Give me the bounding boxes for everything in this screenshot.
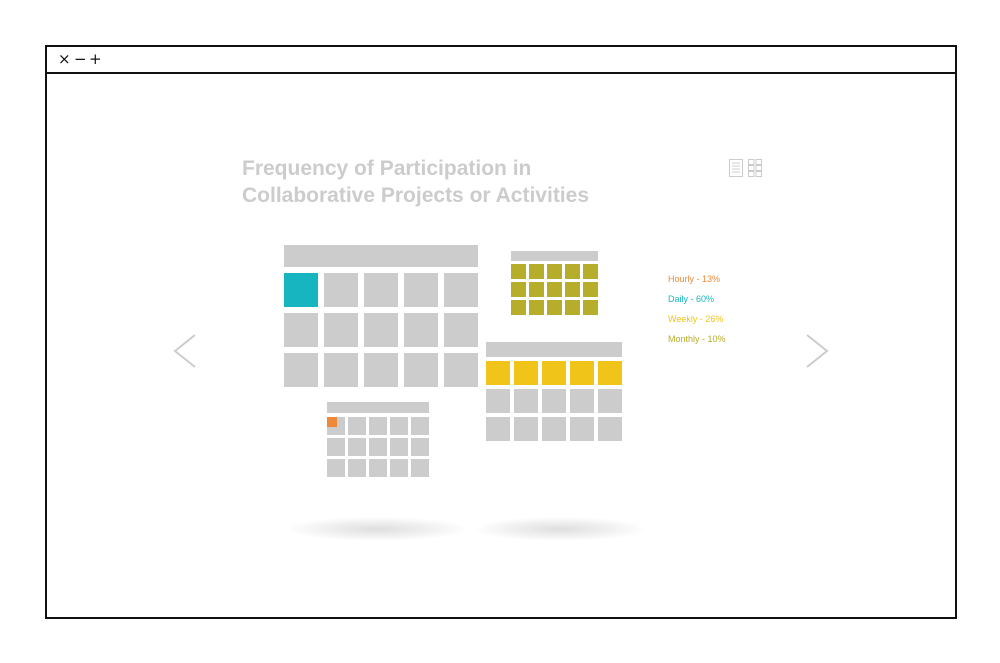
calendar-highlight-hourly xyxy=(327,417,337,427)
calendar-cell-weekly xyxy=(570,361,594,385)
calendar-header-daily xyxy=(284,245,478,267)
calendar-cell-monthly xyxy=(529,282,544,297)
legend-item-monthly: Monthly - 10% xyxy=(668,334,726,344)
calendar-cell-weekly xyxy=(598,361,622,385)
calendar-cell-daily xyxy=(284,353,318,387)
calendar-cell-daily xyxy=(364,313,398,347)
calendar-cell-monthly xyxy=(547,264,562,279)
calendar-cell-weekly xyxy=(570,389,594,413)
calendar-cell-hourly xyxy=(327,459,345,477)
calendar-cell-monthly xyxy=(511,282,526,297)
calendar-cell-weekly xyxy=(598,417,622,441)
legend-item-daily: Daily - 60% xyxy=(668,294,715,304)
calendar-cell-weekly xyxy=(514,389,538,413)
calendar-cell-daily xyxy=(444,273,478,307)
calendar-cell-weekly xyxy=(542,361,566,385)
calendar-cell-weekly xyxy=(542,389,566,413)
calendar-cell-weekly xyxy=(598,389,622,413)
legend-item-weekly: Weekly - 26% xyxy=(668,314,724,324)
calendar-cell-daily xyxy=(284,313,318,347)
calendar-cell-hourly xyxy=(327,438,345,456)
calendar-cell-daily xyxy=(404,353,438,387)
calendar-cell-daily xyxy=(324,353,358,387)
calendar-header-monthly xyxy=(511,251,598,261)
app-window: × − + Frequency of Participation in Coll… xyxy=(45,45,957,619)
calendar-cell-hourly xyxy=(390,417,408,435)
calendar-pictograms xyxy=(47,47,955,617)
calendar-cell-daily xyxy=(404,273,438,307)
calendar-header-hourly xyxy=(327,402,429,413)
calendar-cell-monthly xyxy=(547,282,562,297)
calendar-cell-hourly xyxy=(348,459,366,477)
calendar-cell-monthly xyxy=(529,300,544,315)
calendar-cell-weekly xyxy=(486,389,510,413)
legend: Hourly - 13% Daily - 60% Weekly - 26% Mo… xyxy=(668,269,726,349)
calendar-cell-hourly xyxy=(411,438,429,456)
calendar-cell-daily xyxy=(404,313,438,347)
calendar-cell-monthly xyxy=(547,300,562,315)
calendar-cell-daily xyxy=(324,313,358,347)
calendar-cell-hourly xyxy=(369,438,387,456)
calendar-cell-weekly xyxy=(486,361,510,385)
calendar-cell-weekly xyxy=(486,417,510,441)
calendar-cell-daily xyxy=(324,273,358,307)
calendar-cell-weekly xyxy=(514,417,538,441)
legend-item-hourly: Hourly - 13% xyxy=(668,274,721,284)
calendar-cell-hourly xyxy=(369,459,387,477)
calendar-header-weekly xyxy=(486,342,622,357)
calendar-cell-monthly xyxy=(511,300,526,315)
calendar-cell-monthly xyxy=(529,264,544,279)
calendar-cell-monthly xyxy=(583,300,598,315)
calendar-cell-weekly xyxy=(542,417,566,441)
calendar-cell-daily xyxy=(444,353,478,387)
calendar-cell-monthly xyxy=(583,264,598,279)
calendar-cell-daily xyxy=(444,313,478,347)
calendar-cell-monthly xyxy=(565,300,580,315)
calendar-cell-weekly xyxy=(514,361,538,385)
calendar-cell-monthly xyxy=(565,282,580,297)
calendar-cell-daily xyxy=(284,273,318,307)
calendar-cell-hourly xyxy=(348,438,366,456)
calendar-cell-hourly xyxy=(390,438,408,456)
calendar-cell-hourly xyxy=(348,417,366,435)
calendar-cell-daily xyxy=(364,273,398,307)
calendar-cell-weekly xyxy=(570,417,594,441)
calendar-cell-monthly xyxy=(583,282,598,297)
calendar-cell-hourly xyxy=(411,417,429,435)
calendar-cell-monthly xyxy=(511,264,526,279)
calendar-cell-hourly xyxy=(390,459,408,477)
calendar-cell-hourly xyxy=(411,459,429,477)
calendar-cell-monthly xyxy=(565,264,580,279)
calendar-cell-hourly xyxy=(369,417,387,435)
calendar-chart xyxy=(284,245,622,477)
calendar-cell-daily xyxy=(364,353,398,387)
